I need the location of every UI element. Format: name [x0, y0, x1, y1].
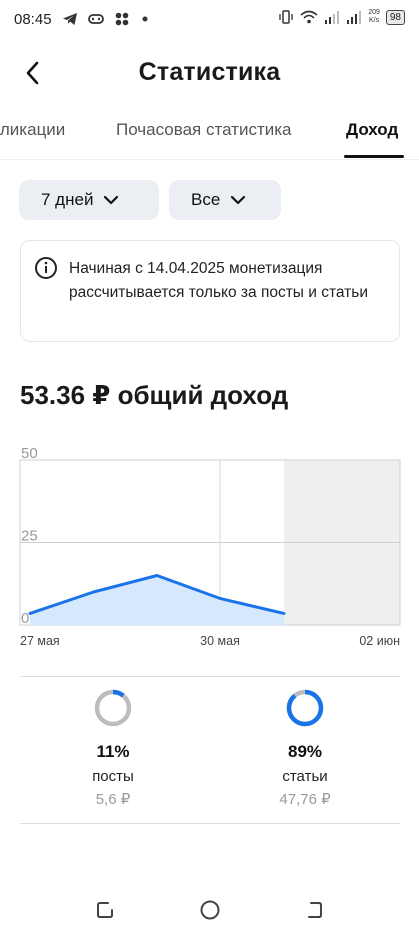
stat-articles-amount: 47,76 ₽ [279, 791, 331, 808]
dot-icon [142, 16, 148, 22]
stat-articles-label: статьи [282, 768, 328, 785]
app-header: Статистика [0, 46, 419, 100]
tab-income[interactable]: Доход [346, 120, 398, 140]
page-title: Статистика [138, 58, 281, 86]
y-tick-label: 50 [21, 445, 38, 462]
stat-posts-label: посты [92, 768, 134, 785]
chevron-down-icon [104, 195, 119, 205]
telegram-icon [63, 13, 77, 25]
y-tick-label: 0 [21, 610, 29, 627]
home-icon[interactable] [198, 898, 222, 922]
stat-posts-amount: 5,6 ₽ [95, 791, 131, 808]
tab-publications[interactable]: Публикации [0, 120, 65, 140]
monetization-info-box: Начиная с 14.04.2025 монетизация рассчит… [20, 240, 400, 342]
net-speed: 209 K/s [368, 9, 380, 24]
vibrate-icon [279, 10, 293, 24]
posts-ring-icon [94, 689, 132, 727]
type-dropdown[interactable]: Все [169, 180, 281, 220]
stat-articles-percent: 89% [287, 742, 323, 761]
info-icon [35, 257, 57, 279]
status-time: 08:45 [14, 11, 52, 28]
x-tick-label: 27 мая [20, 634, 60, 648]
income-chart: 0 25 50 27 мая 30 мая 02 июн [19, 445, 401, 648]
stat-posts-percent: 11% [96, 742, 130, 761]
x-tick-label: 30 мая [200, 634, 240, 648]
ring-track [94, 689, 132, 727]
battery-indicator: 98 [385, 9, 405, 25]
active-tab-indicator [344, 155, 404, 158]
type-dropdown-label: Все [191, 190, 221, 209]
apps-icon [115, 12, 129, 26]
articles-ring-icon [286, 689, 324, 727]
info-text: Начиная с 14.04.2025 монетизация рассчит… [69, 260, 369, 301]
signal-icon [347, 11, 362, 24]
signal-icon [325, 11, 340, 24]
wifi-icon [300, 10, 318, 24]
recents-icon[interactable] [93, 898, 117, 922]
status-bar: 08:45 209 K/s 98 [0, 0, 419, 40]
period-dropdown[interactable]: 7 дней [19, 180, 159, 220]
y-tick-label: 25 [21, 528, 38, 545]
gamepad-icon [88, 14, 104, 24]
tab-hourly-stats[interactable]: Почасовая статистика [116, 120, 292, 140]
system-nav-bar [0, 890, 419, 930]
divider [20, 823, 400, 824]
x-tick-label: 02 июн [359, 634, 400, 648]
divider [20, 676, 400, 677]
stat-posts: 11% посты 5,6 ₽ [43, 688, 183, 808]
chevron-down-icon [231, 195, 246, 205]
tabs-bar: Публикации Почасовая статистика Доход [0, 108, 419, 160]
stat-articles: 89% статьи 47,76 ₽ [235, 688, 375, 808]
period-dropdown-label: 7 дней [41, 190, 94, 209]
back-nav-icon[interactable] [302, 898, 326, 922]
total-income: 53.36 ₽ общий доход [20, 380, 289, 410]
ring-progress [286, 689, 324, 727]
